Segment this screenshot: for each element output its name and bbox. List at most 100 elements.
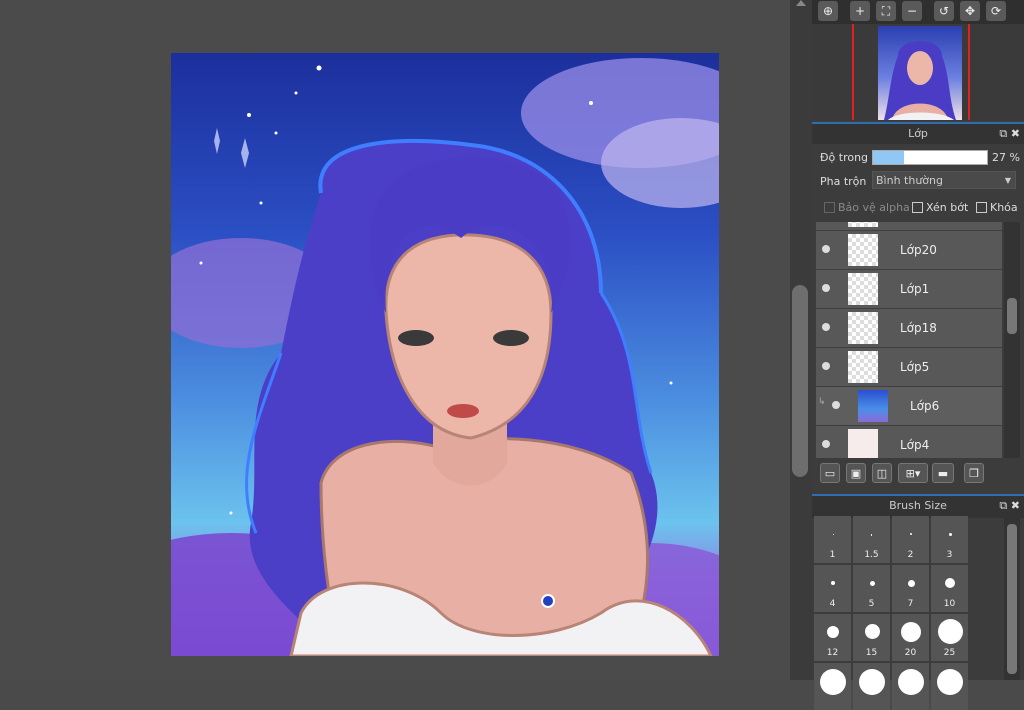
- zoom-actual-icon[interactable]: ⊕: [818, 1, 838, 21]
- visibility-eye-icon[interactable]: [822, 323, 830, 331]
- brush-size-label: 2: [907, 550, 914, 560]
- brush-size-label: 7: [907, 599, 914, 609]
- brush-dot: [944, 578, 955, 588]
- layer-list[interactable]: Lớp20 Lớp1 Lớp18 Lớp5 ↳ Lớp6 Lớp4: [816, 222, 1002, 458]
- brush-size-cell[interactable]: 3: [931, 516, 968, 563]
- layer-row[interactable]: Lớp18: [816, 309, 1002, 348]
- brush-size-cell[interactable]: 20: [892, 614, 929, 661]
- layer-toolbar: ▭ ▣ ◫ ⊞▾ ▬ ❐: [812, 460, 1024, 488]
- visibility-eye-icon[interactable]: [832, 401, 840, 409]
- brush-size-cell[interactable]: 12: [814, 614, 851, 661]
- zoom-in-icon[interactable]: +: [850, 1, 870, 21]
- layer-thumbnail: [848, 351, 878, 383]
- canvas-scrollbar-thumb[interactable]: [792, 285, 808, 477]
- brush-dot: [832, 534, 834, 535]
- brush-dot: [864, 624, 880, 639]
- canvas-vertical-scrollbar[interactable]: [790, 0, 812, 680]
- layer-row[interactable]: Lớp1: [816, 270, 1002, 309]
- layer-name: Lớp18: [900, 321, 937, 335]
- opacity-slider[interactable]: [872, 150, 988, 165]
- clipping-checkbox[interactable]: [912, 202, 923, 213]
- close-panel-icon[interactable]: ✖: [1011, 127, 1020, 140]
- layer-name: Lớp4: [900, 438, 930, 452]
- opacity-value: 27 %: [992, 151, 1020, 164]
- navigator-preview[interactable]: [812, 24, 1024, 120]
- brush-size-cell[interactable]: 1: [814, 516, 851, 563]
- blend-mode-label: Pha trộn: [820, 175, 867, 188]
- visibility-eye-icon[interactable]: [822, 362, 830, 370]
- brush-size-cell-partial[interactable]: [892, 663, 929, 710]
- brush-size-cell-partial[interactable]: [931, 663, 968, 710]
- brush-size-label: 1: [829, 550, 836, 560]
- layer-row-partial[interactable]: [816, 222, 1002, 231]
- brush-size-cell-partial[interactable]: [814, 663, 851, 710]
- visibility-eye-icon[interactable]: [822, 245, 830, 253]
- layer-row[interactable]: Lớp5: [816, 348, 1002, 387]
- canvas-workspace[interactable]: [0, 0, 790, 680]
- brush-size-cell[interactable]: 7: [892, 565, 929, 612]
- artwork-canvas[interactable]: [171, 53, 719, 656]
- layer-row[interactable]: Lớp20: [816, 231, 1002, 270]
- brush-scrollbar-thumb[interactable]: [1007, 524, 1017, 674]
- brush-size-label: 12: [826, 648, 839, 658]
- brush-dot: [826, 626, 839, 638]
- navigator-thumbnail[interactable]: [878, 26, 962, 120]
- brush-size-cell[interactable]: 15: [853, 614, 890, 661]
- add-layer-dropdown-icon[interactable]: ⊞▾: [898, 463, 928, 483]
- rotate-reset-icon[interactable]: ⟳: [986, 1, 1006, 21]
- layer-list-scrollbar[interactable]: [1004, 222, 1020, 458]
- layer-row[interactable]: Lớp4: [816, 426, 1002, 458]
- brush-size-cell[interactable]: 4: [814, 565, 851, 612]
- brush-dot: [936, 669, 963, 695]
- layer-thumbnail: [848, 273, 878, 305]
- rotate-left-icon[interactable]: ↺: [934, 1, 954, 21]
- brush-size-cell[interactable]: 1.5: [853, 516, 890, 563]
- layer-panel-title: Lớp: [908, 127, 928, 140]
- new-folder-icon[interactable]: ▬: [932, 463, 954, 483]
- detach-panel-icon[interactable]: ⧉: [999, 499, 1007, 512]
- brush-size-cell-partial[interactable]: [853, 663, 890, 710]
- chevron-down-icon: ▼: [1004, 176, 1011, 185]
- visibility-eye-icon[interactable]: [822, 440, 830, 448]
- brush-size-label: 25: [943, 648, 956, 658]
- layer-name: Lớp20: [900, 243, 937, 257]
- close-panel-icon[interactable]: ✖: [1011, 499, 1020, 512]
- layer-name: Lớp5: [900, 360, 930, 374]
- brush-size-label: 5: [868, 599, 875, 609]
- lock-checkbox[interactable]: [976, 202, 987, 213]
- brush-size-label: 15: [865, 648, 878, 658]
- brush-dot: [858, 669, 885, 695]
- brush-size-cell[interactable]: 5: [853, 565, 890, 612]
- brush-size-cell[interactable]: 10: [931, 565, 968, 612]
- lock-label: Khóa: [990, 201, 1018, 214]
- brush-dot: [909, 533, 912, 535]
- duplicate-layer-icon[interactable]: ❐: [964, 463, 984, 483]
- brush-size-label: 1.5: [864, 550, 879, 560]
- fit-window-icon[interactable]: ⛶: [876, 1, 896, 21]
- artwork-illustration: [171, 58, 719, 656]
- brush-size-cell[interactable]: 2: [892, 516, 929, 563]
- new-raster-layer-icon[interactable]: ▣: [846, 463, 866, 483]
- layer-row-clipped[interactable]: ↳ Lớp6: [816, 387, 1002, 426]
- new-halftone-layer-icon[interactable]: ◫: [872, 463, 892, 483]
- protect-alpha-label: Bảo vệ alpha: [838, 201, 910, 214]
- brush-size-cell[interactable]: 25: [931, 614, 968, 661]
- brush-grid-scrollbar[interactable]: [1004, 516, 1020, 680]
- protect-alpha-checkbox[interactable]: [824, 202, 835, 213]
- visibility-eye-icon[interactable]: [822, 284, 830, 292]
- layer-name: Lớp6: [910, 399, 940, 413]
- new-layer-icon[interactable]: ▭: [820, 463, 840, 483]
- brush-dot: [907, 580, 915, 587]
- blend-mode-select[interactable]: Bình thường ▼: [872, 171, 1016, 189]
- scroll-up-arrow-icon[interactable]: [796, 0, 806, 6]
- layer-scrollbar-thumb[interactable]: [1007, 298, 1017, 334]
- fullscreen-icon[interactable]: ✥: [960, 1, 980, 21]
- brush-dot: [869, 581, 875, 586]
- brush-size-label: 20: [904, 648, 917, 658]
- brush-size-label: 3: [946, 550, 953, 560]
- layer-thumbnail: [848, 429, 878, 458]
- brush-size-grid: 1 1.5 2 3 4 5 7 10 12 15 20 25: [814, 516, 968, 710]
- detach-panel-icon[interactable]: ⧉: [999, 127, 1007, 140]
- clipping-label: Xén bớt: [926, 201, 969, 214]
- zoom-out-icon[interactable]: −: [902, 1, 922, 21]
